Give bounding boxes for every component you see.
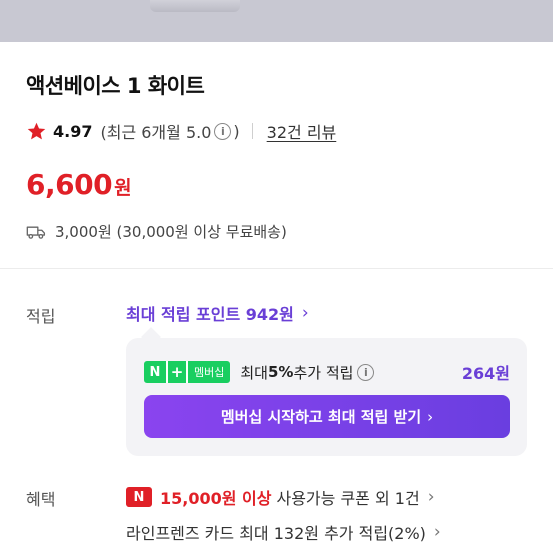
start-membership-button[interactable]: 멤버십 시작하고 최대 적립 받기 › [144,395,510,438]
section-divider [0,268,553,269]
recent-rating-text: (최근 6개월 5.0 [100,123,212,142]
badge-n: N [144,361,166,383]
extra-suffix: 추가 적립 [293,363,354,382]
price-unit: 원 [114,177,132,199]
badge-plus: + [166,361,186,383]
price-number: 6,600 [26,168,113,201]
price: 6,600 원 [26,168,132,201]
divider [251,123,253,139]
recent-rating: (최근 6개월 5.0 i ) [100,119,239,143]
cta-label: 멤버십 시작하고 최대 적립 받기 [220,408,422,426]
naver-plus-membership-badge: N + 멤버십 [144,361,231,383]
rating-row: 4.97 (최근 6개월 5.0 i ) 32건 리뷰 [26,119,336,143]
naver-n-icon: N [126,487,152,507]
chevron-right-icon: › [433,522,441,542]
shipping-info: 3,000원 (30,000원 이상 무료배송) [26,221,287,242]
chevron-right-icon: › [301,303,309,323]
star-icon [27,122,46,139]
info-icon[interactable]: i [214,122,232,140]
coupon-amount: 15,000원 이상 [160,489,272,508]
product-image [150,0,240,12]
chevron-right-icon: › [427,487,435,507]
extra-prefix: 최대 [240,363,268,382]
max-points-link[interactable]: 최대 적립 포인트 942원 › [126,301,309,325]
product-image-strip[interactable] [0,0,553,42]
rating-score: 4.97 [53,121,93,141]
extra-percent: 5% [267,363,294,381]
max-points-text: 최대 적립 포인트 942원 [126,305,294,324]
points-label: 적립 [26,307,56,326]
shipping-text: 3,000원 (30,000원 이상 무료배송) [55,223,287,241]
extra-points-amount: 264원 [461,364,510,383]
extra-points-text: 최대 5% 추가 적립 i [240,362,376,383]
truck-icon [26,226,46,239]
badge-membership: 멤버십 [186,361,231,383]
product-title: 액션베이스 1 화이트 [26,74,205,98]
coupon-text: 사용가능 쿠폰 외 1건 [276,489,420,508]
info-icon[interactable]: i [357,363,375,381]
card-benefit-row[interactable]: 라인프렌즈 카드 최대 132원 추가 적립(2%) › [126,520,441,544]
review-count-link[interactable]: 32건 리뷰 [267,119,337,143]
card-benefit-text: 라인프렌즈 카드 최대 132원 추가 적립(2%) [126,524,426,543]
chevron-right-icon: › [427,407,434,426]
membership-box: N + 멤버십 최대 5% 추가 적립 i 264원 멤버십 시작하고 최대 적… [126,338,527,456]
benefits-label: 혜택 [26,490,56,509]
recent-rating-close: ) [233,121,240,141]
membership-extra-row: N + 멤버십 최대 5% 추가 적립 i 264원 [144,360,510,384]
coupon-row[interactable]: N 15,000원 이상 사용가능 쿠폰 외 1건 › [126,485,435,509]
